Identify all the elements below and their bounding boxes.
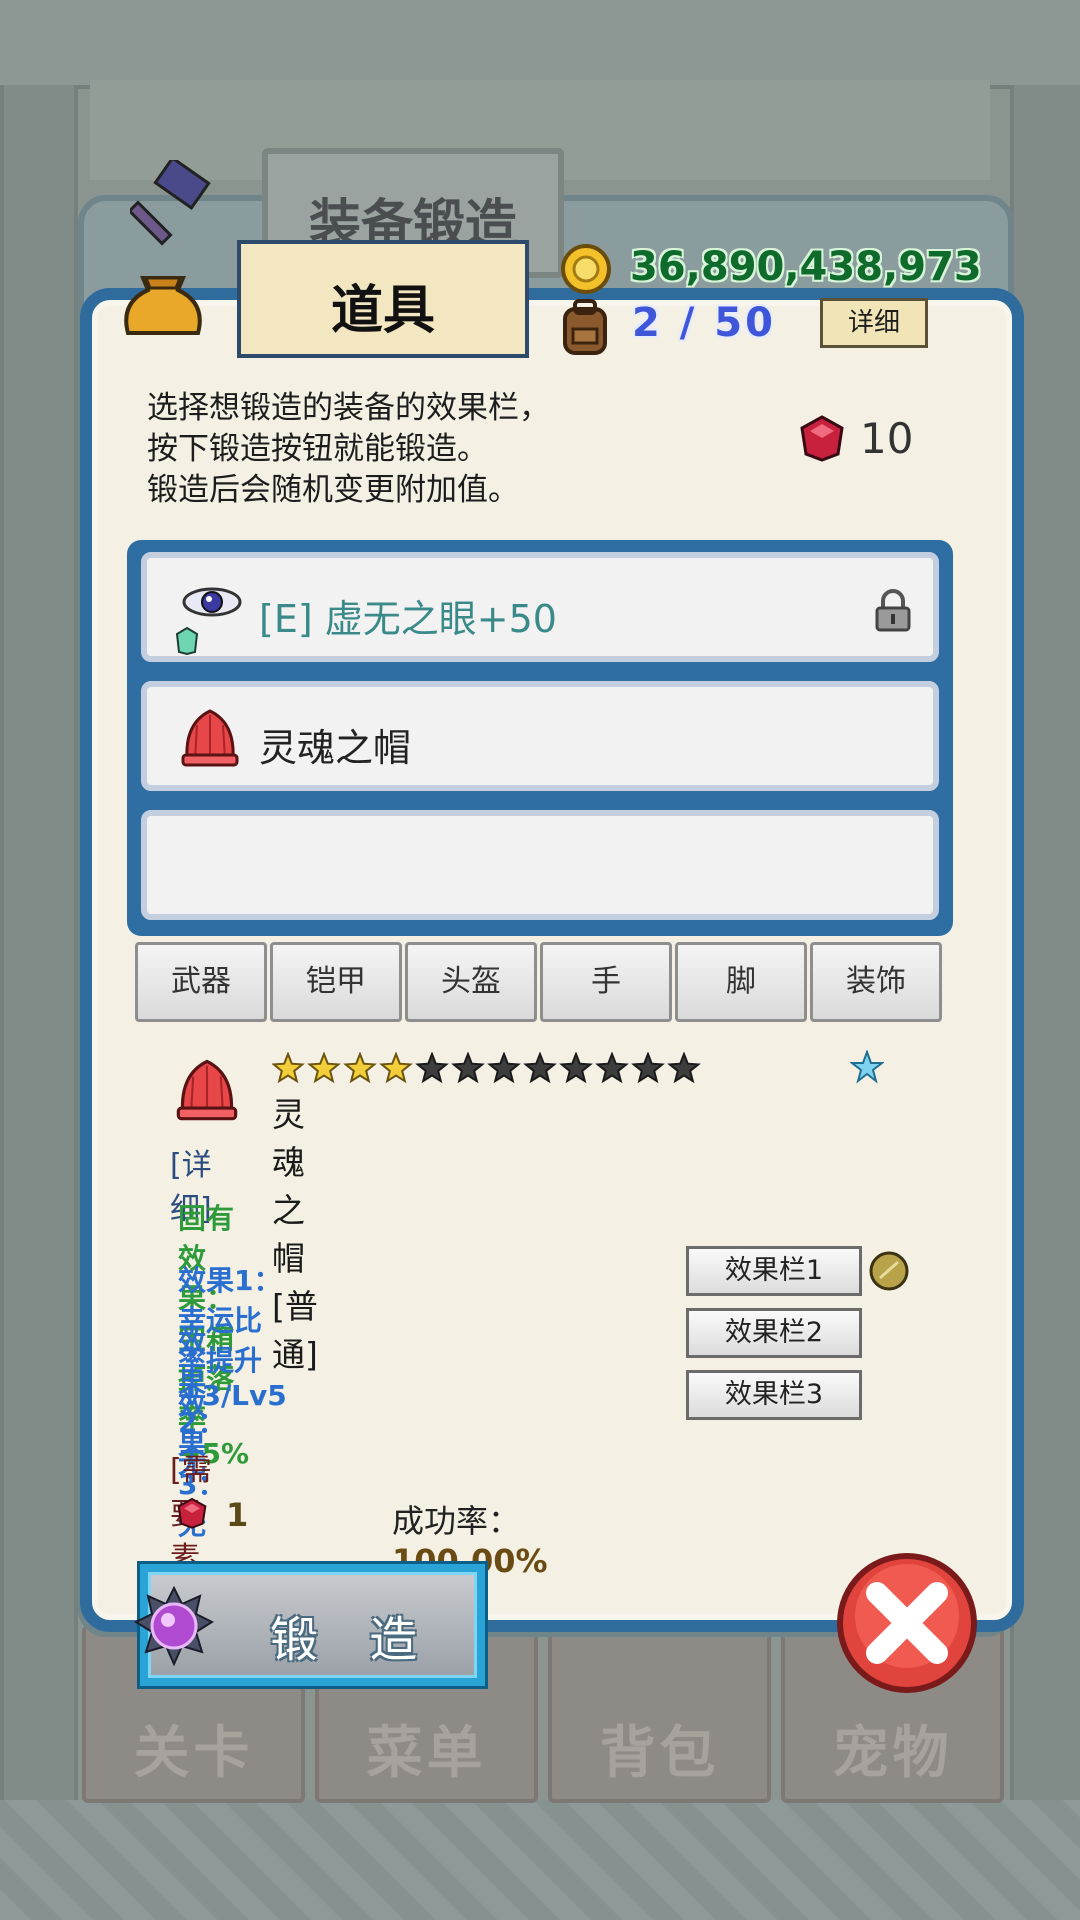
star-filled [307,1052,341,1084]
bottom-tab-stage-label: 关卡 [133,1721,254,1786]
lock-icon[interactable] [873,588,913,636]
star-empty [451,1052,485,1084]
star-filled [343,1052,377,1084]
instruction-line-3: 锻造后会随机变更附加值。 [147,472,519,508]
star-empty [595,1052,629,1084]
category-foot[interactable]: 脚 [675,942,807,1022]
bag-capacity: 2 / 50 [632,300,776,346]
gem-count: 10 [860,414,914,463]
bottom-tab-bag: 背包 [548,1625,771,1803]
star-empty [631,1052,665,1084]
success-rate-label: 成功率： [392,1502,521,1540]
instruction-line-1: 选择想锻造的装备的效果栏， [147,390,550,426]
equipment-slot-2-label: 灵魂之帽 [259,726,412,770]
category-weapon[interactable]: 武器 [135,942,267,1022]
background-floor [0,1800,1080,1920]
equipment-slot-1[interactable]: [E] 虚无之眼+50 [141,552,939,662]
hammer-icon [127,156,220,254]
category-armor[interactable]: 铠甲 [270,942,402,1022]
star-empty [487,1052,521,1084]
gold-amount: 36,890,438,973 [630,244,982,290]
rarity-stars [272,1052,701,1084]
medal-icon [868,1250,910,1296]
material-gem-icon [176,1496,208,1534]
star-empty [415,1052,449,1084]
category-accessory[interactable]: 装饰 [810,942,942,1022]
eye-icon [181,582,243,626]
selected-item-hat-icon [172,1055,242,1127]
magic-orb-icon [133,1585,215,1670]
effect-slot-2-button[interactable]: 效果栏2 [686,1308,862,1358]
red-hat-icon [177,705,243,773]
bottom-tab-bag-label: 背包 [599,1721,720,1786]
tab-items[interactable]: 道具 [237,240,529,358]
item-bag-icon [118,258,208,347]
background-pillar-left [0,85,78,1800]
equipment-slot-list: [E] 虚无之眼+50 灵魂之帽 [127,540,953,936]
star-filled [272,1052,305,1084]
bottom-tab-pet-label: 宠物 [832,1721,953,1786]
star-filled [379,1052,413,1084]
blue-star-icon[interactable] [849,1049,885,1088]
red-gem-icon [798,414,846,466]
detail-button[interactable]: 详细 [820,298,928,348]
category-hand[interactable]: 手 [540,942,672,1022]
equipment-slot-1-label: [E] 虚无之眼+50 [259,597,557,641]
green-gem-icon [175,626,199,660]
equipment-slot-2[interactable]: 灵魂之帽 [141,681,939,791]
close-button[interactable] [832,1548,982,1702]
gold-coin-icon [560,243,612,299]
forge-button-label: 锻 造 [270,1612,436,1668]
material-gem-count: 1 [226,1496,249,1534]
effect-slot-1-button[interactable]: 效果栏1 [686,1246,862,1296]
star-empty [559,1052,593,1084]
star-empty [523,1052,557,1084]
bottom-tab-menu-label: 菜单 [366,1721,487,1786]
star-empty [667,1052,701,1084]
backpack-icon [557,297,613,361]
background-top-bar [0,0,1080,89]
forge-instructions: 选择想锻造的装备的效果栏， 按下锻造按钮就能锻造。 锻造后会随机变更附加值。 [147,388,550,511]
effect-slot-3-button[interactable]: 效果栏3 [686,1370,862,1420]
close-icon [837,1553,977,1693]
equipment-slot-3[interactable] [141,810,939,920]
category-helmet[interactable]: 头盔 [405,942,537,1022]
instruction-line-2: 按下锻造按钮就能锻造。 [147,431,488,467]
tab-items-label: 道具 [330,281,435,341]
